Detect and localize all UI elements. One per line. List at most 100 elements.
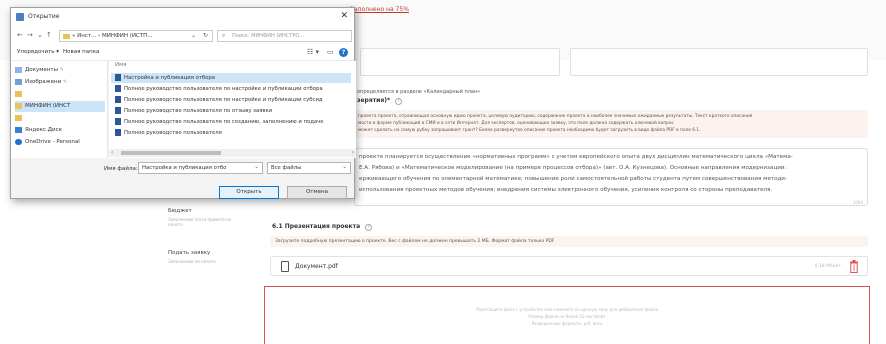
nav-item-submit[interactable]: Подать заявку [168, 250, 210, 256]
help-icon[interactable]: ? [395, 98, 403, 105]
folder-icon [15, 114, 22, 121]
address-path: « Инст... › МИНФИН (ИСТП... [72, 33, 153, 39]
dialog-navbar: ← → ⌄ ↑ « Инст... › МИНФИН (ИСТП... ⌄ ↻ … [11, 27, 354, 45]
tree-item-folder[interactable] [15, 89, 105, 100]
document-icon [281, 261, 289, 272]
app-icon [16, 13, 24, 21]
goal-heading: зерятия)* ? [357, 97, 403, 105]
word-doc-icon [115, 118, 121, 125]
search-input[interactable]: ⌕ Поиск: МИНФИН (ИНСТРО... [217, 30, 352, 42]
uploaded-file-row: Документ.pdf 0,18 Мбайт [270, 256, 868, 276]
open-button[interactable]: Открыть [219, 186, 279, 199]
description-line: проекте планируется осуществление «норма… [359, 154, 793, 160]
drop-hint: Размер файла не более 10 мегабайт [528, 314, 606, 319]
dialog-titlebar[interactable]: Открытие ✕ [11, 8, 354, 27]
horizontal-scrollbar[interactable]: ‹ › [109, 149, 356, 157]
filename-input[interactable]: Настройка и публикация отбо ⌄ [138, 162, 263, 174]
description-line: Е.А. Рябова) и «Математическое моделиров… [359, 165, 787, 171]
tree-item-onedrive[interactable]: OneDrive - Personal [15, 137, 105, 148]
tree-item-pictures[interactable]: Изображени ✎ [15, 77, 105, 88]
file-list-item[interactable]: Полное руководство пользователя по созда… [111, 117, 351, 127]
folder-icon [63, 34, 70, 39]
address-dropdown-icon[interactable]: ⌄ [191, 32, 196, 39]
form-field-left[interactable] [360, 48, 560, 76]
onedrive-icon [15, 138, 22, 145]
nav-sub-submit: Заполнение не начато [168, 259, 216, 264]
description-textarea[interactable]: проекте планируется осуществление «норма… [354, 148, 868, 206]
file-list-item[interactable]: Полное руководство пользователя по настр… [111, 84, 351, 94]
scrollbar-thumb[interactable] [121, 151, 221, 155]
dialog-toolbar: Упорядочить ▾ Новая папка ☷ ▾ ▭ ? [11, 45, 354, 61]
hint-box: проекта проекта, отражающая основную иде… [354, 110, 868, 138]
folder-icon [15, 90, 22, 97]
filename-label: Имя файла: [104, 166, 138, 172]
forward-arrow-icon[interactable]: → [27, 31, 33, 39]
uploaded-file-name[interactable]: Документ.pdf [295, 263, 338, 270]
pin-icon: ✎ [59, 67, 64, 73]
file-list-item[interactable]: Полное руководство пользователя по настр… [111, 95, 351, 105]
hint-line: может сделать на самую рубку запрашивает… [358, 128, 701, 133]
tree-item-minfin[interactable]: МИНФИН (ИНСТ [15, 101, 105, 112]
char-count: 1000 [852, 200, 863, 205]
progress-text[interactable]: Заполнено на 75% [350, 6, 409, 13]
drop-hint: Перетащите файл с устройства или кликнит… [475, 307, 659, 312]
column-header-name[interactable]: Имя [115, 62, 127, 68]
tree-item-yandex-disk[interactable]: Яндекс.Диск [15, 125, 105, 136]
filename-value: Настройка и публикация отбо [142, 165, 227, 171]
folder-icon [15, 102, 22, 109]
chevron-down-icon[interactable]: ⌄ [37, 31, 43, 39]
upload-hint: Загрузите подробную презентацию о проект… [275, 239, 555, 244]
chevron-down-icon[interactable]: ⌄ [342, 164, 347, 170]
dialog-title: Открытие [28, 13, 60, 20]
word-doc-icon [115, 74, 121, 81]
pictures-icon [15, 78, 22, 85]
nav-sub-budget: Заполнение этого проекта не начато [168, 217, 232, 227]
file-list-item[interactable]: Полное руководство пользователя [111, 128, 351, 138]
description-line: ерживающего обучения по элементарной мат… [359, 176, 787, 182]
trash-icon[interactable] [849, 260, 859, 273]
file-type-select[interactable]: Все файлы ⌄ [267, 162, 351, 174]
description-line: использования проектных методов обучения… [359, 187, 773, 193]
pin-icon: ✎ [62, 79, 68, 85]
tree-item-folder[interactable] [15, 113, 105, 124]
new-folder-button[interactable]: Новая папка [63, 49, 99, 55]
help-icon[interactable]: ? [339, 48, 348, 57]
view-options-icon[interactable]: ☷ ▾ [307, 48, 319, 56]
back-arrow-icon[interactable]: ← [17, 31, 23, 39]
left-nav: Бюджет Заполнение этого проекта не начат… [160, 200, 248, 290]
uploaded-file-size: 0,18 Мбайт [814, 264, 841, 269]
scroll-left-icon[interactable]: ‹ [111, 149, 113, 157]
refresh-icon[interactable]: ↻ [203, 32, 208, 39]
help-icon[interactable]: ? [365, 224, 373, 231]
hint-line: мости в форме публикаций в СМИ и в сети … [358, 121, 674, 126]
yandex-disk-icon [15, 126, 22, 133]
upload-hint-box: Загрузите подробную презентацию о проект… [270, 236, 868, 247]
address-bar[interactable]: « Инст... › МИНФИН (ИСТП... ⌄ ↻ [59, 30, 213, 42]
tree-item-documents[interactable]: Документы ✎ [15, 65, 105, 76]
scroll-right-icon[interactable]: › [352, 149, 354, 157]
chevron-down-icon[interactable]: ⌄ [254, 164, 259, 170]
form-field-right[interactable] [570, 48, 868, 76]
drop-hint: Разрешенные форматы: pdf, docx [531, 321, 603, 326]
nav-item-budget[interactable]: Бюджет [168, 208, 192, 214]
organize-button[interactable]: Упорядочить ▾ [17, 49, 59, 55]
documents-icon [15, 66, 22, 73]
up-arrow-icon[interactable]: ↑ [46, 31, 52, 39]
file-drop-zone[interactable]: Перетащите файл с устройства или кликнит… [264, 286, 870, 344]
word-doc-icon [115, 129, 121, 136]
word-doc-icon [115, 96, 121, 103]
navigation-pane: Документы ✎ Изображени ✎ МИНФИН (ИНСТ Ян… [11, 61, 108, 158]
open-file-dialog: Открытие ✕ ← → ⌄ ↑ « Инст... › МИНФИН (И… [10, 7, 356, 199]
cancel-button[interactable]: Отмена [287, 186, 347, 199]
file-list-item[interactable]: Настройка и публикация отбора [111, 73, 351, 83]
calendar-note: определяется в разделе «Календарный план… [357, 89, 481, 95]
file-list-item[interactable]: Полное руководство пользователя по отзыв… [111, 106, 351, 116]
hint-line: проекта проекта, отражающая основную иде… [358, 114, 753, 119]
section-title: 6.1 Презентация проекта ? [272, 223, 373, 231]
search-icon: ⌕ [222, 32, 226, 39]
close-icon[interactable]: ✕ [340, 11, 348, 21]
file-type-value: Все файлы [271, 165, 302, 171]
preview-pane-icon[interactable]: ▭ [327, 48, 334, 56]
word-doc-icon [115, 85, 121, 92]
word-doc-icon [115, 107, 121, 114]
